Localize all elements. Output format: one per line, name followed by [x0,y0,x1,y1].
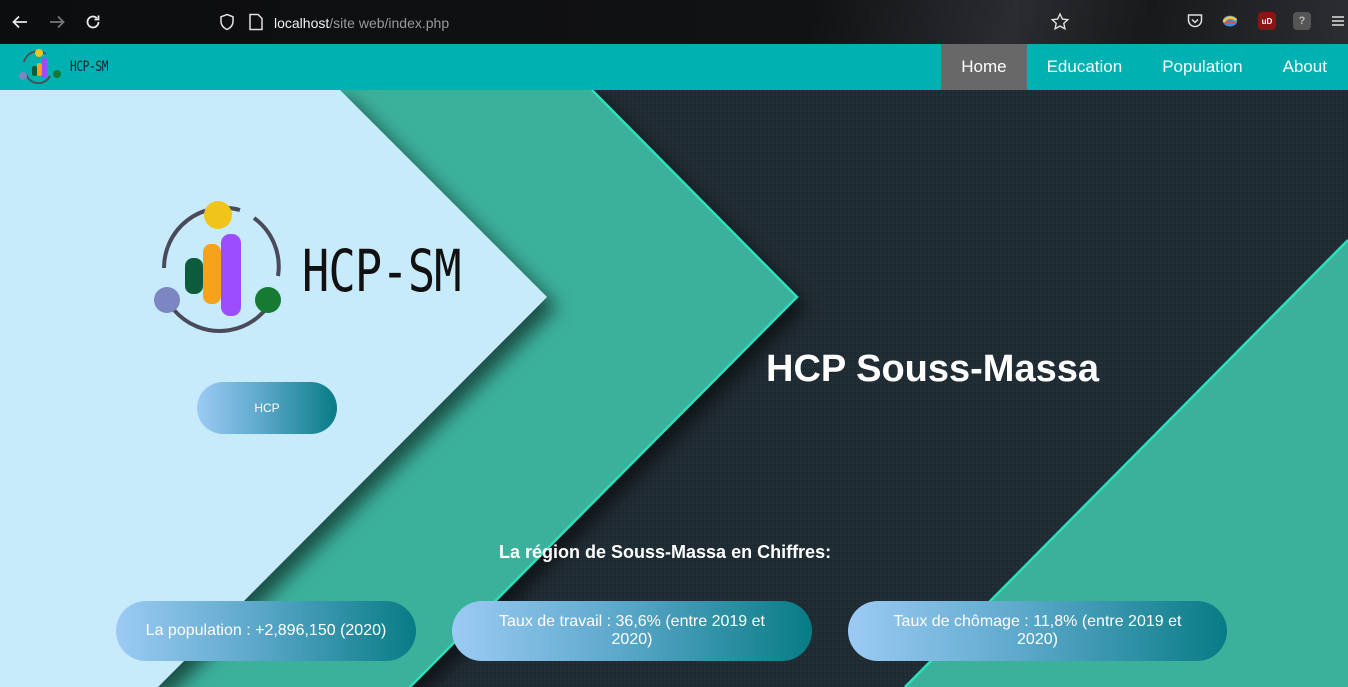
menu-item-population[interactable]: Population [1142,44,1262,90]
stat-unemployment-card[interactable]: Taux de chômage : 11,8% (entre 2019 et 2… [848,601,1227,661]
address-bar[interactable]: localhost/site web/index.php [212,8,1082,36]
shield-icon[interactable] [218,13,236,36]
menu-item-about[interactable]: About [1263,44,1347,90]
hamburger-menu-icon[interactable] [1329,12,1347,30]
ublock-label: uD [1261,16,1273,26]
site-header: HCP-SM Home Education Population About [0,44,1348,90]
logo-chart-icon [19,49,61,85]
browser-toolbar: localhost/site web/index.php uD ? [0,0,1348,44]
hero-logo-icon [154,201,281,333]
hero-logo-text: HCP-SM [302,237,462,305]
menu-item-home[interactable]: Home [941,44,1027,90]
bookmark-star-icon[interactable] [1050,12,1070,37]
back-arrow-icon[interactable] [9,11,31,33]
url-text[interactable]: localhost/site web/index.php [274,15,449,31]
site-logo-text: HCP-SM [70,59,109,75]
url-host: localhost [274,15,330,31]
forward-arrow-icon[interactable] [46,11,68,33]
extension-icon[interactable] [1221,12,1239,30]
stats-heading: La région de Souss-Massa en Chiffres: [499,542,832,562]
hcp-button[interactable]: HCP [197,382,337,434]
url-path: /site web/index.php [329,15,450,31]
privacy-label: ? [1298,15,1306,27]
stat-population-card[interactable]: La population : +2,896,150 (2020) [116,601,416,661]
ublock-icon[interactable]: uD [1258,12,1276,30]
menu-item-education[interactable]: Education [1027,44,1143,90]
reload-icon[interactable] [82,11,104,33]
hero-title: HCP Souss-Massa [766,348,1099,390]
hero-section: HCP-SM HCP HCP Souss-Massa La région de … [0,90,1348,687]
privacy-icon[interactable]: ? [1293,12,1311,30]
main-menu: Home Education Population About [941,44,1347,90]
pocket-icon[interactable] [1186,12,1204,30]
page-icon [248,13,264,36]
hero-background [0,90,1348,687]
stat-employment-card[interactable]: Taux de travail : 36,6% (entre 2019 et 2… [452,601,812,661]
site-logo[interactable]: HCP-SM [16,46,126,88]
